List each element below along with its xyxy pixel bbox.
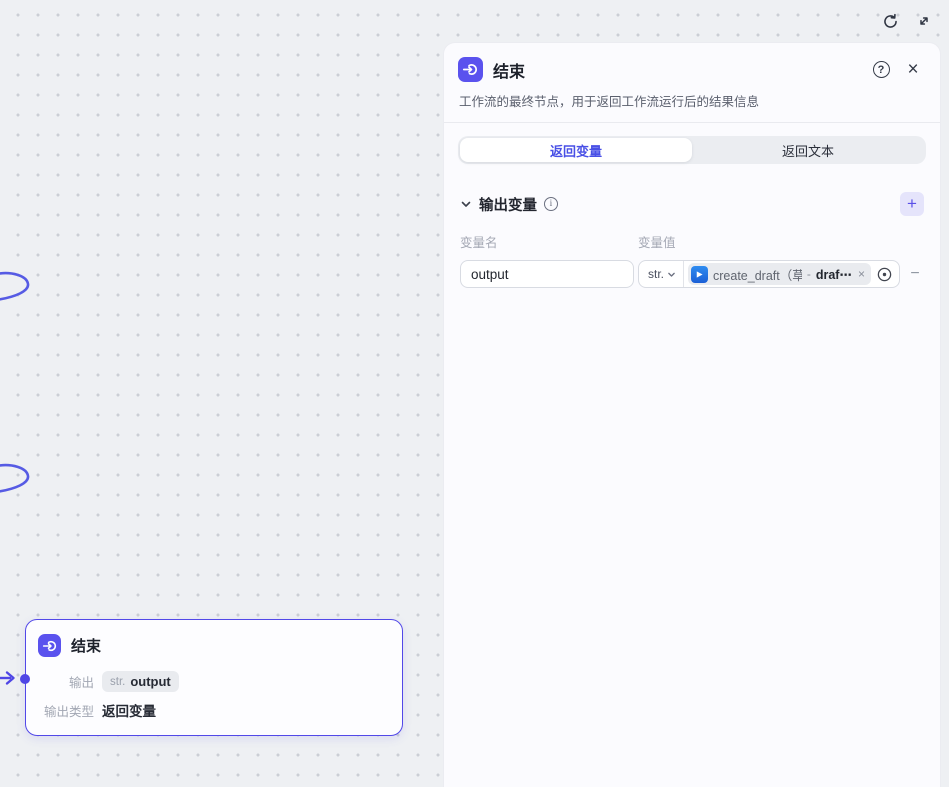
end-node-title: 结束 [71,635,101,656]
chevron-down-icon[interactable] [460,198,472,210]
end-node-icon [38,634,61,657]
column-header-value: 变量值 [638,232,676,251]
edge-curve-top [0,273,28,300]
reference-node-name: create_draft（草稿） [713,265,802,284]
node-output-type-label: 输出类型 [38,701,94,720]
end-node-icon [458,57,483,82]
variable-name-input[interactable] [460,260,634,288]
return-mode-tabs: 返回变量 返回文本 [458,136,926,164]
node-output-type-row: 输出类型 返回变量 [38,700,386,720]
section-title: 输出变量 [479,194,537,215]
node-output-type-value: 返回变量 [102,700,156,720]
input-port[interactable] [20,674,30,684]
panel-title: 结束 [493,58,860,82]
node-output-value: output [130,674,170,689]
close-icon[interactable]: × [902,59,924,81]
remove-reference-icon[interactable]: × [858,267,865,281]
column-header-name: 变量名 [460,232,638,251]
node-output-label: 输出 [38,672,94,691]
reference-field-name: draf⋯ [816,267,852,282]
node-output-row: 输出 str. output [38,671,386,692]
info-icon: i [544,197,558,211]
reference-separator: - [807,267,811,281]
variable-reference-tag[interactable]: create_draft（草稿） - draf⋯ × [688,263,871,285]
type-select[interactable]: str. [639,261,684,287]
help-icon[interactable]: ? [870,59,892,81]
remove-row-button[interactable]: − [906,265,924,283]
output-variables-section: 输出变量 i + 变量名 变量值 str. create_draft（草稿） [444,164,940,288]
tab-return-text[interactable]: 返回文本 [692,138,924,162]
variable-row: str. create_draft（草稿） - draf⋯ × [460,260,924,288]
chevron-down-icon [667,270,676,279]
node-output-type: str. [110,676,125,688]
end-node-config-panel: 结束 ? × 工作流的最终节点，用于返回工作流运行后的结果信息 返回变量 返回文… [443,42,941,787]
locate-node-icon[interactable] [876,266,893,283]
variable-value-control: str. create_draft（草稿） - draf⋯ × [638,260,900,288]
add-variable-button[interactable]: + [900,192,924,216]
type-select-value: str. [648,267,664,281]
refresh-icon[interactable] [877,8,903,34]
panel-subtitle: 工作流的最终节点，用于返回工作流运行后的结果信息 [459,91,922,110]
node-output-tag: str. output [102,671,179,692]
column-headers: 变量名 变量值 [460,232,924,251]
canvas-toolbar [877,8,937,34]
expand-icon[interactable] [911,8,937,34]
panel-header: 结束 ? × 工作流的最终节点，用于返回工作流运行后的结果信息 [444,43,940,122]
end-node-header: 结束 [38,634,386,657]
tab-return-variables[interactable]: 返回变量 [460,138,692,162]
edge-curve-bottom [0,465,28,492]
header-divider [444,122,940,123]
incoming-arrowhead-icon [7,673,14,684]
end-node[interactable]: 结束 输出 str. output 输出类型 返回变量 [25,619,403,736]
plugin-icon [691,266,708,283]
